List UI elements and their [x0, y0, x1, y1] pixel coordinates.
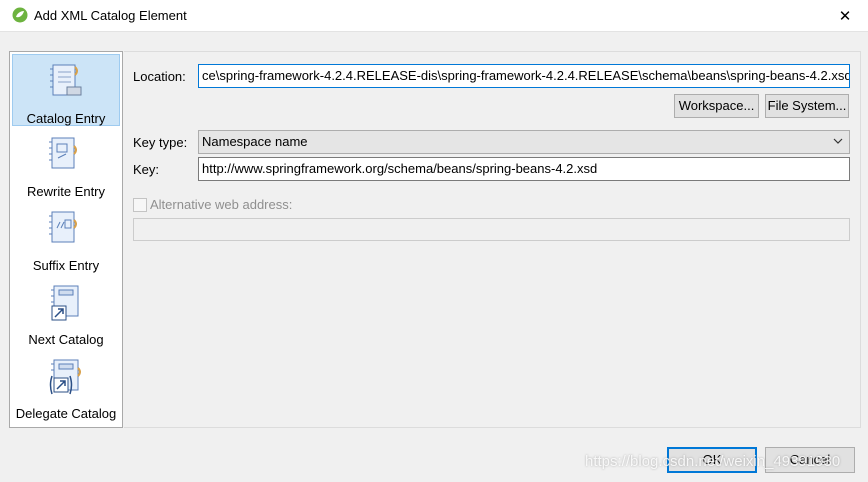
window-title: Add XML Catalog Element: [34, 8, 187, 23]
file-system-button[interactable]: File System...: [765, 94, 849, 118]
cancel-button[interactable]: Cancel: [765, 447, 855, 473]
entry-form-panel: Location: ce\spring-framework-4.2.4.RELE…: [124, 51, 861, 428]
delegate-catalog-icon: [49, 359, 81, 395]
title-bar: Add XML Catalog Element ✕: [0, 0, 868, 32]
nav-item-catalog-entry[interactable]: Catalog Entry: [12, 54, 120, 126]
alt-web-address-checkbox[interactable]: [133, 198, 147, 212]
close-icon: ✕: [838, 7, 852, 25]
key-label: Key:: [133, 162, 160, 177]
key-input[interactable]: http://www.springframework.org/schema/be…: [198, 157, 850, 181]
nav-label-catalog-entry: Catalog Entry: [26, 111, 106, 126]
chevron-down-icon: [833, 138, 843, 144]
nav-item-next-catalog[interactable]: Next Catalog: [12, 276, 120, 348]
nav-label-suffix-entry: Suffix Entry: [32, 258, 100, 273]
nav-item-rewrite-entry[interactable]: Rewrite Entry: [12, 128, 120, 200]
nav-label-rewrite-entry: Rewrite Entry: [26, 184, 106, 199]
close-button[interactable]: ✕: [822, 0, 868, 31]
suffix-entry-icon: [49, 211, 77, 243]
alt-web-address-label: Alternative web address:: [150, 197, 293, 212]
alt-web-address-input[interactable]: [133, 218, 850, 241]
key-type-select[interactable]: Namespace name: [198, 130, 850, 154]
nav-label-next-catalog: Next Catalog: [28, 332, 104, 347]
ok-button[interactable]: OK: [667, 447, 757, 473]
nav-label-delegate-catalog: Delegate Catalog: [15, 406, 117, 421]
key-type-value: Namespace name: [202, 134, 308, 149]
spring-logo-icon: [12, 7, 28, 23]
rewrite-entry-icon: [49, 137, 77, 169]
key-type-label: Key type:: [133, 135, 188, 150]
entry-type-list: Catalog Entry Rewrite Entry Suffix Entry: [9, 51, 123, 428]
nav-item-delegate-catalog[interactable]: Delegate Catalog: [12, 350, 120, 422]
workspace-button[interactable]: Workspace...: [674, 94, 759, 118]
nav-item-suffix-entry[interactable]: Suffix Entry: [12, 202, 120, 274]
next-catalog-icon: [51, 285, 79, 321]
location-label: Location:: [133, 69, 186, 84]
catalog-entry-icon: [50, 64, 82, 96]
location-input[interactable]: ce\spring-framework-4.2.4.RELEASE-dis\sp…: [198, 64, 850, 88]
